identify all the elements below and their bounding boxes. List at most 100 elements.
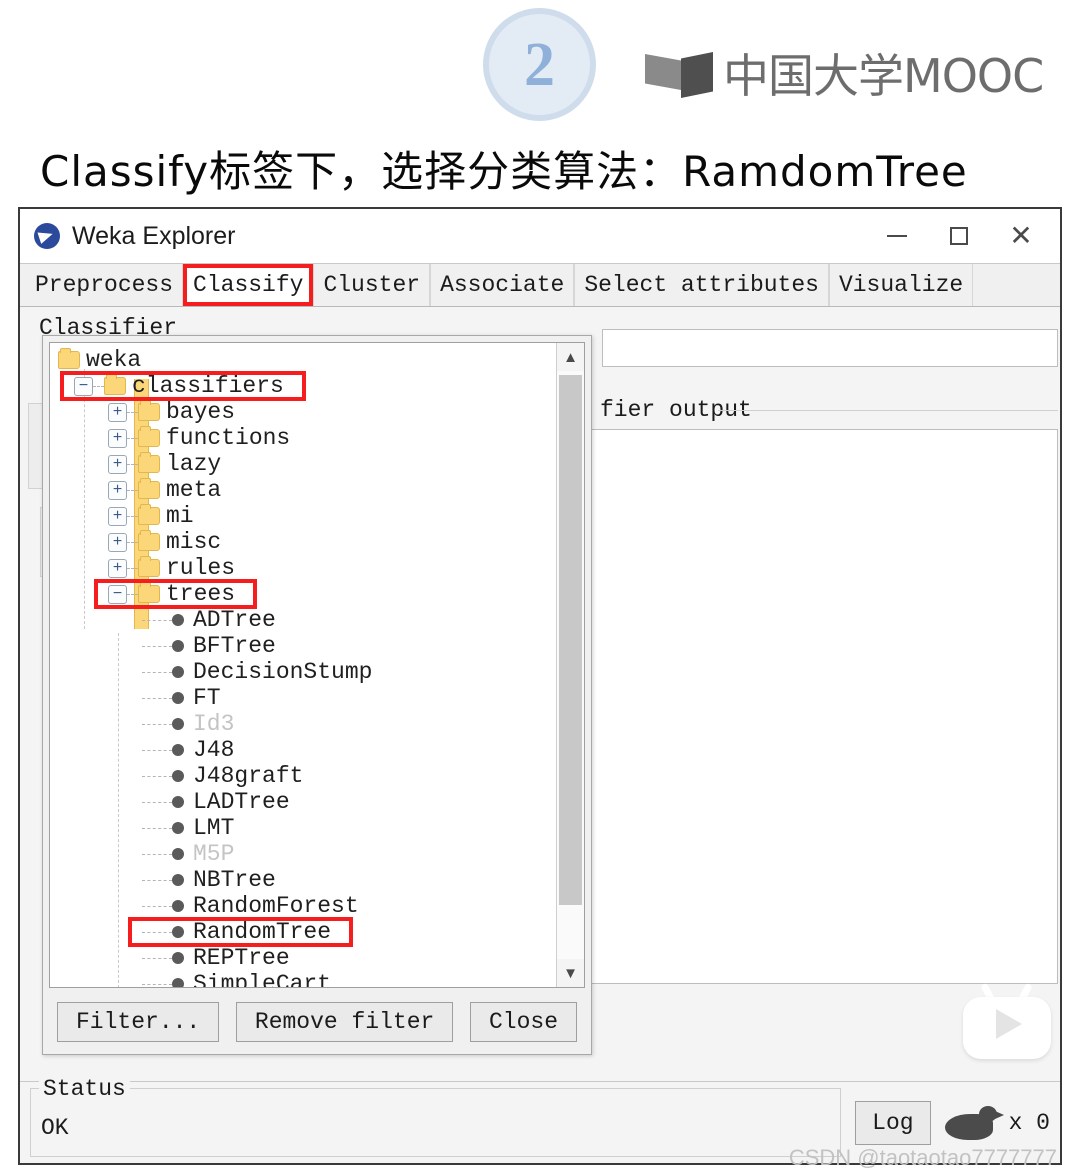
- mooc-logo: 中国大学MOOC: [645, 49, 1044, 103]
- folder-icon: [138, 504, 160, 525]
- remove-filter-button[interactable]: Remove filter: [235, 1002, 454, 1042]
- classifier-chooser-field[interactable]: [602, 329, 1058, 367]
- instruction-caption: Classify标签下，选择分类算法：RamdomTree: [40, 147, 968, 196]
- expand-icon[interactable]: +: [108, 454, 127, 474]
- tree-leaf-node[interactable]: FT: [50, 685, 556, 711]
- tree-connector: [142, 645, 172, 647]
- leaf-bullet-icon: [172, 666, 184, 678]
- tree-leaf-node[interactable]: LADTree: [50, 789, 556, 815]
- collapse-icon[interactable]: −: [74, 376, 93, 396]
- tree-leaf-node[interactable]: SimpleCart: [50, 971, 556, 987]
- tree-node-label: RandomForest: [193, 893, 359, 919]
- leaf-bullet-icon: [172, 926, 184, 938]
- tree-node-label: M5P: [193, 841, 235, 867]
- running-task-count: x 0: [1008, 1109, 1050, 1136]
- tree-leaf-node[interactable]: Id3: [50, 711, 556, 737]
- tree-folder-node[interactable]: + mi: [50, 503, 556, 529]
- tab-cluster[interactable]: Cluster: [313, 264, 431, 306]
- weka-explorer-window: Weka Explorer ✕ Preprocess Classify Clus…: [18, 207, 1062, 1165]
- maximize-button[interactable]: [928, 209, 990, 263]
- tree-leaf-node[interactable]: J48graft: [50, 763, 556, 789]
- tree-folder-node[interactable]: weka: [50, 347, 556, 373]
- tab-visualize[interactable]: Visualize: [828, 264, 974, 306]
- tree-folder-node[interactable]: + meta: [50, 477, 556, 503]
- window-title: Weka Explorer: [72, 221, 236, 250]
- expand-icon[interactable]: +: [108, 402, 127, 422]
- status-title: Status: [39, 1076, 130, 1102]
- close-button[interactable]: ✕: [990, 209, 1052, 263]
- tree-leaf-node[interactable]: M5P: [50, 841, 556, 867]
- tree-folder-node[interactable]: + bayes: [50, 399, 556, 425]
- leaf-bullet-icon: [172, 692, 184, 704]
- tree-folder-node[interactable]: − classifiers: [50, 373, 556, 399]
- collapse-icon[interactable]: −: [108, 584, 127, 604]
- expand-icon[interactable]: +: [108, 506, 127, 526]
- classifier-tree[interactable]: weka − classifiers + bayes + functions + lazy + me…: [50, 343, 556, 987]
- tree-node-label: NBTree: [193, 867, 276, 893]
- close-dialog-button[interactable]: Close: [469, 1002, 577, 1042]
- tree-folder-node[interactable]: + misc: [50, 529, 556, 555]
- tree-node-label: lazy: [166, 451, 222, 477]
- tree-connector: [142, 723, 172, 725]
- tab-select-attributes[interactable]: Select attributes: [574, 264, 829, 306]
- tree-node-label: SimpleCart: [193, 971, 332, 987]
- step-number-badge: 2: [483, 8, 596, 121]
- tree-connector: [142, 931, 172, 933]
- classifier-output-textarea[interactable]: [588, 429, 1058, 984]
- classifier-right-stack: fier output: [588, 329, 1058, 984]
- tree-leaf-node[interactable]: LMT: [50, 815, 556, 841]
- tree-connector: [142, 853, 172, 855]
- filter-button[interactable]: Filter...: [57, 1002, 220, 1042]
- log-button[interactable]: Log: [855, 1100, 931, 1145]
- tree-connector: [127, 593, 138, 595]
- tree-node-label: J48: [193, 737, 235, 763]
- leaf-bullet-icon: [172, 900, 184, 912]
- minimize-button[interactable]: [866, 209, 928, 263]
- leaf-bullet-icon: [172, 978, 184, 987]
- leaf-bullet-icon: [172, 640, 184, 652]
- leaf-bullet-icon: [172, 848, 184, 860]
- tree-leaf-node[interactable]: ADTree: [50, 607, 556, 633]
- expand-icon[interactable]: +: [108, 428, 127, 448]
- tree-node-label: J48graft: [193, 763, 304, 789]
- tree-node-label: REPTree: [193, 945, 290, 971]
- tree-leaf-node[interactable]: BFTree: [50, 633, 556, 659]
- tree-node-label: misc: [166, 529, 222, 555]
- tree-connector: [127, 489, 138, 491]
- scroll-thumb[interactable]: [559, 375, 582, 905]
- csdn-watermark: CSDN @taotaotao7777777: [788, 1145, 1057, 1170]
- tree-connector: [142, 775, 172, 777]
- leaf-bullet-icon: [172, 718, 184, 730]
- tree-leaf-node[interactable]: REPTree: [50, 945, 556, 971]
- tree-leaf-node[interactable]: J48: [50, 737, 556, 763]
- scroll-up-button[interactable]: ▲: [557, 343, 584, 371]
- tree-leaf-node[interactable]: DecisionStump: [50, 659, 556, 685]
- tree-connector: [127, 411, 138, 413]
- tree-leaf-node[interactable]: NBTree: [50, 867, 556, 893]
- tab-classify[interactable]: Classify: [183, 264, 314, 306]
- expand-icon[interactable]: +: [108, 480, 127, 500]
- tree-vertical-scrollbar[interactable]: ▲ ▼: [556, 343, 584, 987]
- tree-connector: [127, 541, 138, 543]
- tree-connector: [142, 957, 172, 959]
- main-tabbar: Preprocess Classify Cluster Associate Se…: [20, 263, 1060, 307]
- tree-leaf-node[interactable]: RandomForest: [50, 893, 556, 919]
- expand-icon[interactable]: +: [108, 558, 127, 578]
- tree-folder-node[interactable]: + rules: [50, 555, 556, 581]
- tree-node-label: rules: [166, 555, 236, 581]
- mooc-brand-text: 中国大学MOOC: [723, 49, 1044, 103]
- folder-icon: [138, 556, 160, 577]
- scroll-down-button[interactable]: ▼: [557, 959, 584, 987]
- tree-folder-node[interactable]: + functions: [50, 425, 556, 451]
- leaf-bullet-icon: [172, 952, 184, 964]
- scroll-track[interactable]: [557, 371, 584, 959]
- leaf-bullet-icon: [172, 874, 184, 886]
- tree-connector: [142, 749, 172, 751]
- tab-preprocess[interactable]: Preprocess: [26, 264, 184, 306]
- folder-icon: [138, 452, 160, 473]
- tree-folder-node[interactable]: + lazy: [50, 451, 556, 477]
- tree-folder-node[interactable]: − trees: [50, 581, 556, 607]
- expand-icon[interactable]: +: [108, 532, 127, 552]
- tab-associate[interactable]: Associate: [430, 264, 575, 306]
- tree-leaf-node[interactable]: RandomTree: [50, 919, 556, 945]
